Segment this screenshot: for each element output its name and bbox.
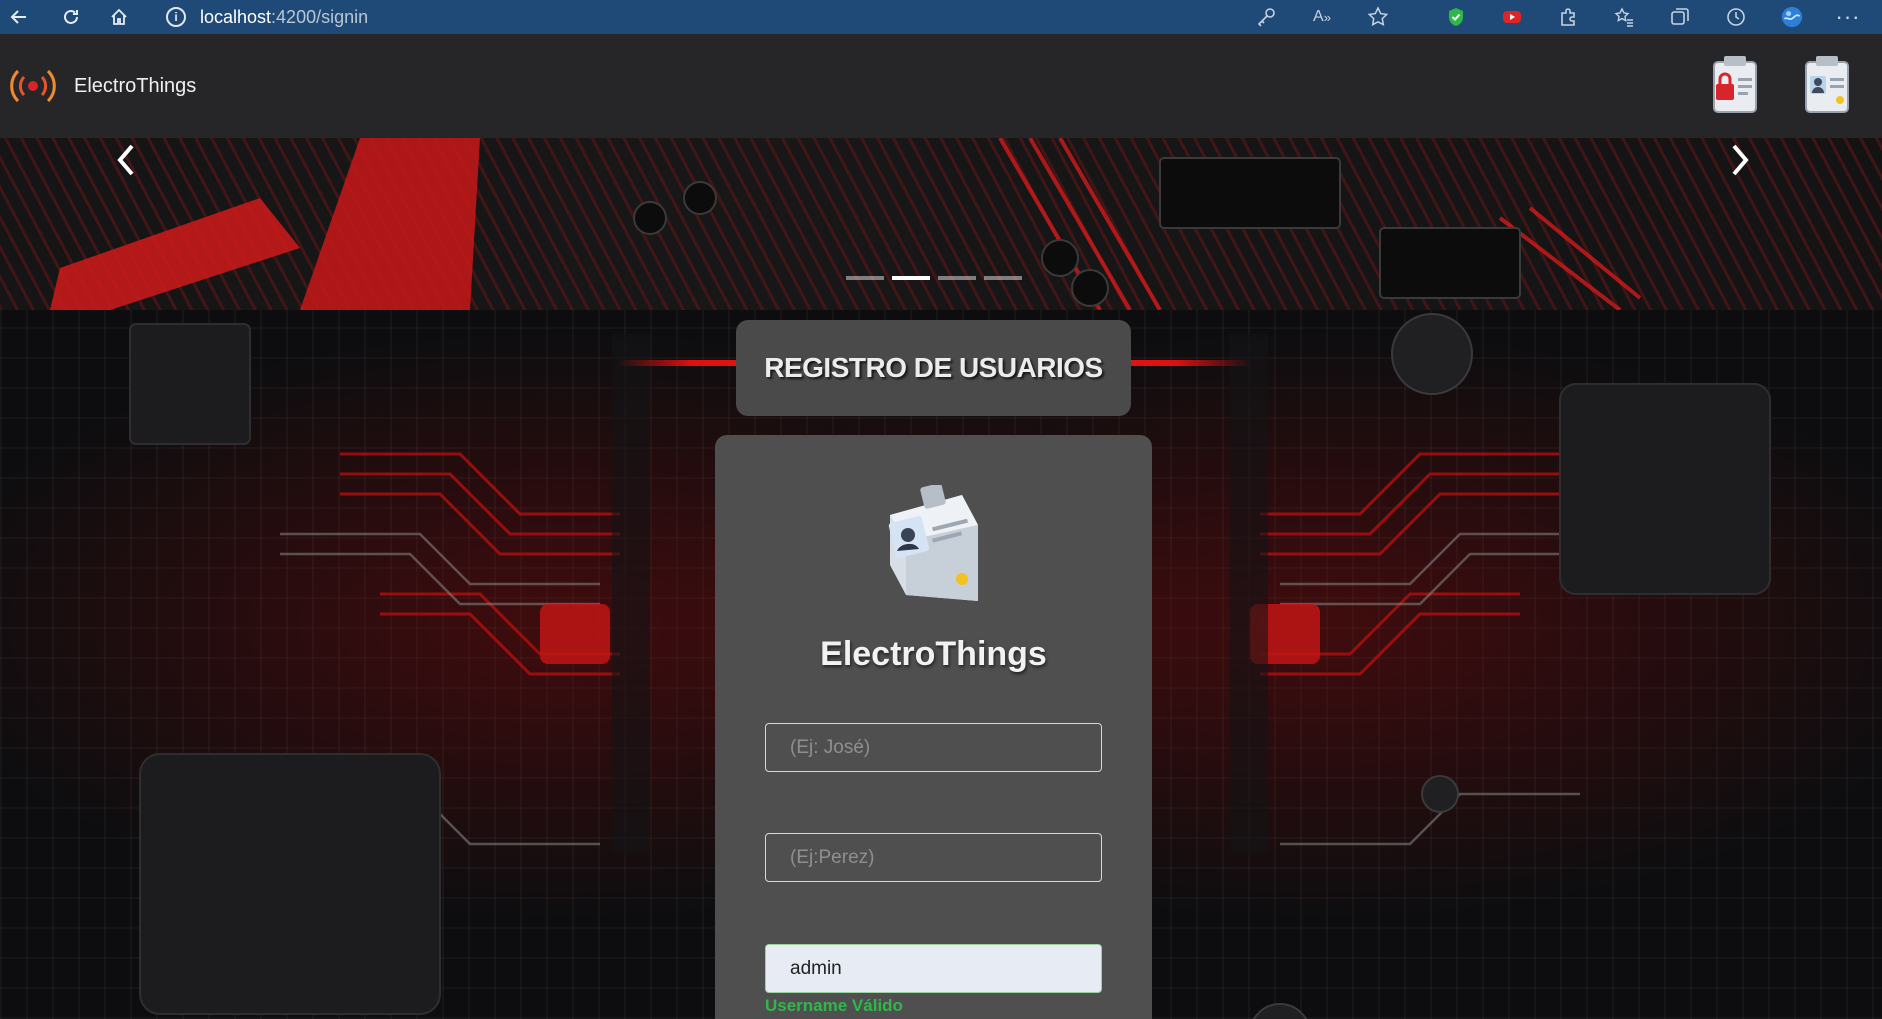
image-carousel[interactable]: [0, 138, 1882, 310]
registration-card: ElectroThings Username Válido: [715, 435, 1152, 1019]
key-icon[interactable]: [1248, 2, 1284, 32]
carousel-indicator[interactable]: [938, 276, 976, 280]
brand[interactable]: ElectroThings: [8, 61, 196, 111]
home-icon: [111, 8, 127, 25]
login-badge-icon[interactable]: [1708, 52, 1762, 116]
read-aloud-icon[interactable]: A»: [1304, 2, 1340, 32]
last-name-input[interactable]: [765, 833, 1102, 882]
motherboard-banner-image: [0, 138, 1882, 310]
username-input[interactable]: [765, 944, 1102, 993]
username-valid-message: Username Válido: [765, 996, 903, 1015]
home-button[interactable]: [100, 0, 138, 34]
back-button[interactable]: [0, 0, 38, 34]
registration-banner: REGISTRO DE USUARIOS: [736, 320, 1131, 416]
carousel-indicator[interactable]: [846, 276, 884, 280]
favorites-icon[interactable]: [1606, 2, 1642, 32]
shield-extension-icon[interactable]: [1438, 2, 1474, 32]
collections-icon[interactable]: [1662, 2, 1698, 32]
chevron-right-icon: [1732, 144, 1749, 176]
url-path: :4200/signin: [271, 6, 369, 27]
url-text: localhost:4200/signin: [200, 7, 368, 28]
registration-title: REGISTRO DE USUARIOS: [764, 352, 1103, 383]
site-info-icon[interactable]: i: [166, 7, 186, 27]
first-name-input[interactable]: [765, 723, 1102, 772]
carousel-indicator-active[interactable]: [892, 276, 930, 280]
broadcast-signal-icon: [10, 69, 56, 103]
favorite-add-icon[interactable]: [1360, 2, 1396, 32]
browser-extensions: A» ···: [1248, 0, 1882, 34]
history-icon[interactable]: [1718, 2, 1754, 32]
reload-button[interactable]: [52, 0, 90, 34]
signup-badge-icon[interactable]: [1800, 52, 1854, 116]
carousel-indicator[interactable]: [984, 276, 1022, 280]
page-background: ElectroThings REGISTRO DE USUARIOS Elect…: [0, 34, 1882, 1019]
brand-name: ElectroThings: [74, 74, 197, 97]
back-arrow-icon: [10, 10, 26, 24]
url-host: localhost: [200, 6, 272, 27]
profile-avatar-icon[interactable]: [1774, 2, 1810, 32]
card-title: ElectroThings: [820, 635, 1047, 673]
more-menu-icon[interactable]: ···: [1830, 2, 1866, 32]
youtube-extension-icon[interactable]: [1494, 2, 1530, 32]
carousel-indicators: [846, 276, 1022, 280]
reload-icon: [64, 9, 78, 24]
extensions-puzzle-icon[interactable]: [1550, 2, 1586, 32]
carousel-next-button[interactable]: [1710, 138, 1770, 182]
chevron-left-icon: [117, 144, 134, 176]
carousel-prev-button[interactable]: [96, 138, 156, 182]
top-navbar: ElectroThings: [0, 34, 1882, 138]
address-bar[interactable]: i localhost:4200/signin: [166, 0, 1286, 34]
navbar-actions: [1708, 52, 1854, 116]
browser-toolbar: i localhost:4200/signin A» ···: [0, 0, 1882, 34]
id-badge-icon: [888, 485, 978, 601]
